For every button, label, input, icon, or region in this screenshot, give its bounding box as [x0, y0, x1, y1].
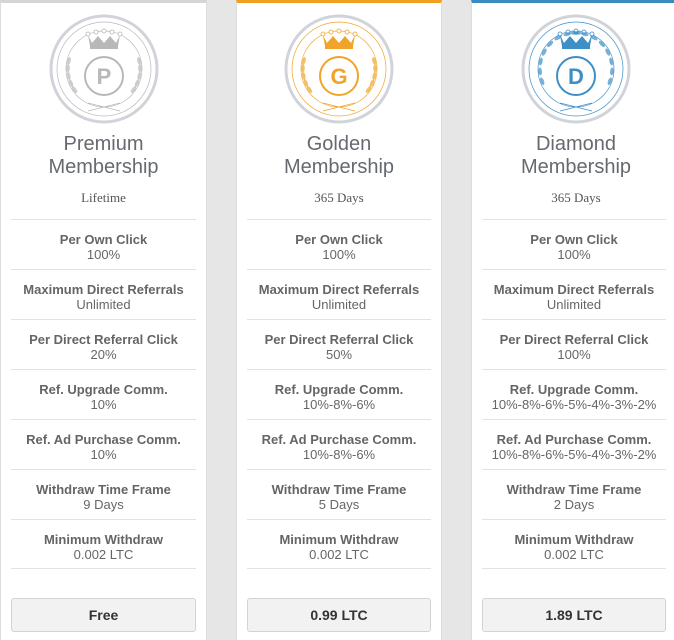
plan-title: Diamond Membership — [472, 133, 674, 179]
premium-membership-card: P Premium Membership Lifetime Per Own Cl… — [0, 0, 207, 640]
feature-row: Withdraw Time Frame 9 Days — [11, 469, 196, 519]
plan-name: Premium — [63, 133, 144, 155]
feature-value: Unlimited — [76, 297, 131, 312]
feature-row: Minimum Withdraw 0.002 LTC — [482, 519, 666, 569]
plan-name-suffix: Membership — [283, 156, 395, 178]
plan-duration: 365 Days — [551, 190, 601, 205]
plan-title: Premium Membership — [1, 133, 206, 179]
feature-value: 100% — [322, 247, 356, 262]
feature-row: Ref. Upgrade Comm. 10%-8%-6% — [247, 369, 431, 419]
feature-label: Ref. Upgrade Comm. — [509, 382, 639, 397]
feature-value: 100% — [557, 347, 591, 362]
feature-list: Per Own Click 100% Maximum Direct Referr… — [482, 219, 666, 569]
feature-value: 50% — [325, 347, 353, 362]
feature-label: Ref. Ad Purchase Comm. — [261, 432, 417, 447]
plan-duration: 365 Days — [314, 190, 364, 205]
golden-membership-card: G Golden Membership 365 Days Per Own Cli… — [236, 0, 442, 640]
plan-title: Golden Membership — [237, 133, 441, 179]
premium-badge-icon: P — [49, 14, 158, 124]
feature-value: 20% — [90, 347, 117, 362]
plan-name-suffix: Membership — [48, 156, 159, 178]
diamond-membership-card: D Diamond Membership 365 Days Per Own Cl… — [471, 0, 674, 640]
feature-value: 5 Days — [318, 497, 360, 512]
feature-row: Ref. Upgrade Comm. 10%-8%-6%-5%-4%-3%-2% — [482, 369, 666, 419]
feature-label: Per Direct Referral Click — [264, 332, 414, 347]
feature-label: Per Direct Referral Click — [29, 332, 178, 347]
feature-row: Per Own Click 100% — [11, 219, 196, 269]
feature-row: Maximum Direct Referrals Unlimited — [11, 269, 196, 319]
feature-label: Per Direct Referral Click — [499, 332, 649, 347]
feature-row: Ref. Ad Purchase Comm. 10%-8%-6% — [247, 419, 431, 469]
golden-badge-icon: G — [284, 14, 394, 124]
plan-name-suffix: Membership — [520, 156, 632, 178]
feature-value: 100% — [557, 247, 591, 262]
feature-label: Minimum Withdraw — [43, 532, 164, 547]
svg-text:G: G — [330, 64, 347, 89]
feature-value: 10%-8%-6% — [302, 447, 376, 462]
feature-value: Unlimited — [546, 297, 602, 312]
feature-label: Ref. Upgrade Comm. — [39, 382, 168, 397]
feature-value: 0.002 LTC — [309, 547, 369, 562]
feature-value: 10%-8%-6% — [302, 397, 376, 412]
feature-value: 0.002 LTC — [73, 547, 134, 562]
plan-duration: Lifetime — [81, 190, 126, 205]
feature-list: Per Own Click 100% Maximum Direct Referr… — [11, 219, 196, 569]
feature-value: 10% — [90, 447, 117, 462]
svg-text:P: P — [96, 64, 111, 89]
plan-name: Diamond — [535, 133, 617, 155]
feature-label: Ref. Ad Purchase Comm. — [496, 432, 652, 447]
feature-row: Ref. Ad Purchase Comm. 10% — [11, 419, 196, 469]
feature-label: Withdraw Time Frame — [36, 482, 171, 497]
diamond-price-button[interactable]: 1.89 LTC — [482, 598, 666, 632]
feature-row: Minimum Withdraw 0.002 LTC — [247, 519, 431, 569]
feature-row: Maximum Direct Referrals Unlimited — [482, 269, 666, 319]
diamond-badge-icon: D — [521, 14, 631, 124]
golden-price-button[interactable]: 0.99 LTC — [247, 598, 431, 632]
feature-row: Ref. Ad Purchase Comm. 10%-8%-6%-5%-4%-3… — [482, 419, 666, 469]
feature-label: Maximum Direct Referrals — [23, 282, 184, 297]
feature-label: Withdraw Time Frame — [506, 482, 642, 497]
feature-value: 0.002 LTC — [544, 547, 604, 562]
feature-label: Maximum Direct Referrals — [493, 282, 655, 297]
feature-row: Maximum Direct Referrals Unlimited — [247, 269, 431, 319]
feature-list: Per Own Click 100% Maximum Direct Referr… — [247, 219, 431, 569]
feature-value: 10%-8%-6%-5%-4%-3%-2% — [491, 397, 657, 412]
feature-label: Per Own Click — [530, 232, 618, 247]
feature-row: Ref. Upgrade Comm. 10% — [11, 369, 196, 419]
feature-row: Withdraw Time Frame 2 Days — [482, 469, 666, 519]
feature-value: 9 Days — [83, 497, 124, 512]
feature-value: 10%-8%-6%-5%-4%-3%-2% — [491, 447, 657, 462]
feature-value: 100% — [86, 247, 121, 262]
feature-label: Ref. Upgrade Comm. — [274, 382, 404, 397]
plan-name: Golden — [306, 133, 372, 155]
feature-row: Minimum Withdraw 0.002 LTC — [11, 519, 196, 569]
feature-row: Per Direct Referral Click 50% — [247, 319, 431, 369]
svg-text:D: D — [568, 64, 584, 89]
feature-row: Per Own Click 100% — [247, 219, 431, 269]
feature-row: Per Direct Referral Click 20% — [11, 319, 196, 369]
feature-label: Per Own Click — [295, 232, 383, 247]
feature-label: Maximum Direct Referrals — [258, 282, 420, 297]
feature-value: Unlimited — [311, 297, 367, 312]
premium-price-button[interactable]: Free — [11, 598, 196, 632]
feature-label: Ref. Ad Purchase Comm. — [26, 432, 181, 447]
feature-label: Per Own Click — [59, 232, 148, 247]
feature-value: 2 Days — [553, 497, 595, 512]
feature-row: Per Direct Referral Click 100% — [482, 319, 666, 369]
feature-label: Withdraw Time Frame — [271, 482, 407, 497]
feature-value: 10% — [90, 397, 117, 412]
feature-label: Minimum Withdraw — [514, 532, 634, 547]
feature-row: Withdraw Time Frame 5 Days — [247, 469, 431, 519]
feature-row: Per Own Click 100% — [482, 219, 666, 269]
feature-label: Minimum Withdraw — [279, 532, 399, 547]
